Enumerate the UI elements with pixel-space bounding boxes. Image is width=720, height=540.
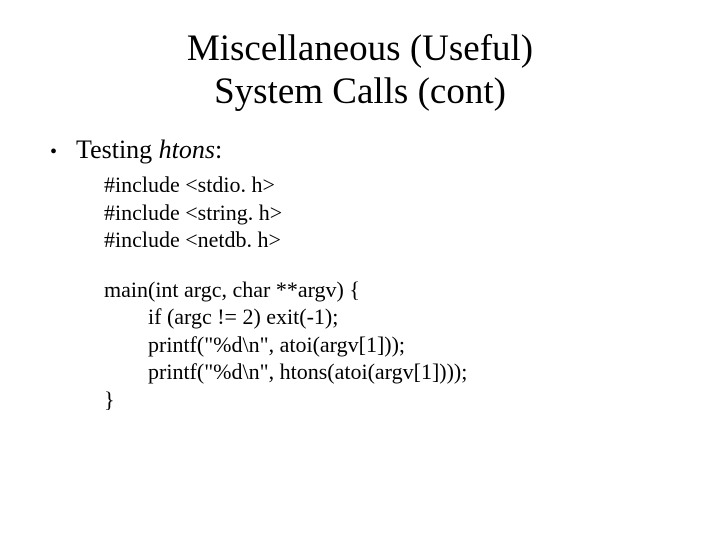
title-line-1: Miscellaneous (Useful)	[187, 28, 533, 69]
slide: Miscellaneous (Useful) System Calls (con…	[0, 0, 720, 540]
bullet-italic: htons	[159, 135, 215, 164]
bullet-item: • Testing htons:	[50, 135, 670, 165]
bullet-dot: •	[50, 139, 76, 165]
code-line-printf-2: printf("%d\n", htons(atoi(argv[1])));	[104, 358, 670, 386]
code-line-printf-1: printf("%d\n", atoi(argv[1]));	[104, 331, 670, 359]
bullet-tail: :	[215, 135, 222, 164]
code-include-2: #include <string. h>	[104, 199, 670, 227]
bullet-lead: Testing	[76, 135, 159, 164]
title-line-2: System Calls (cont)	[214, 71, 506, 112]
code-main-open: main(int argc, char **argv) {	[104, 276, 670, 304]
code-line-if: if (argc != 2) exit(-1);	[104, 303, 670, 331]
code-blank-line	[104, 254, 670, 276]
code-block: #include <stdio. h> #include <string. h>…	[104, 171, 670, 413]
code-include-1: #include <stdio. h>	[104, 171, 670, 199]
code-include-3: #include <netdb. h>	[104, 226, 670, 254]
bullet-text: Testing htons:	[76, 135, 222, 165]
slide-title: Miscellaneous (Useful) System Calls (con…	[50, 28, 670, 113]
code-main-close: }	[104, 386, 670, 414]
